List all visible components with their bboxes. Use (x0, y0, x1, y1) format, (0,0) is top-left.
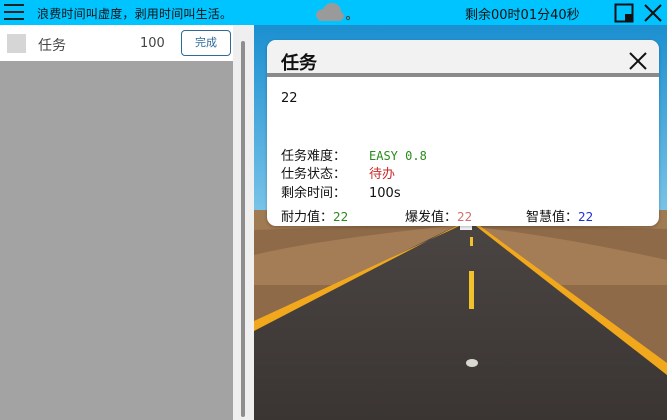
top-bar: 浪费时间叫虚度，剥用时间叫生活。 剩余00时01分40秒 (0, 0, 667, 25)
restore-window-icon[interactable] (614, 3, 634, 23)
time-label: 剩余时间： (281, 186, 347, 201)
dialog-header: 任务 (267, 40, 659, 77)
scrollbar[interactable] (233, 25, 254, 420)
endurance-stat: 耐力值：22 (281, 206, 348, 225)
endurance-value: 22 (333, 210, 349, 224)
status-row: 仕务状态： 待办 (281, 163, 395, 182)
time-value: 100s (369, 186, 401, 201)
task-description: 22 (281, 91, 298, 106)
task-checkbox[interactable] (7, 34, 26, 53)
burst-label: 爆发值： (405, 210, 458, 225)
wisdom-label: 智慧值： (526, 210, 579, 225)
dialog-title: 任务 (281, 53, 317, 74)
burst-stat: 爆发值：22 (405, 206, 472, 225)
task-list: 任务 100 完成 (0, 25, 233, 420)
time-row: 剩余时间： 100s (281, 182, 401, 201)
difficulty-label: 任务难度： (281, 149, 347, 164)
list-item[interactable]: 任务 100 完成 (0, 25, 233, 61)
wisdom-stat: 智慧值：22 (526, 206, 593, 225)
task-name[interactable]: 任务 (38, 35, 66, 55)
scrollbar-thumb[interactable] (241, 41, 245, 417)
cloud-icon (313, 2, 353, 24)
motto-text: 浪费时间叫虚度，剥用时间叫生活。 (37, 7, 233, 21)
close-icon[interactable] (628, 51, 648, 71)
complete-button[interactable]: 完成 (181, 30, 231, 56)
wisdom-value: 22 (578, 210, 594, 224)
task-detail-dialog: 任务 22 任务难度： EASY 0.8 仕务状态： 待办 剩余时间： 100s 耐力… (267, 40, 659, 226)
difficulty-row: 任务难度： EASY 0.8 (281, 145, 427, 164)
burst-value: 22 (457, 210, 473, 224)
menu-icon[interactable] (4, 3, 24, 21)
status-value: 待办 (369, 167, 396, 182)
endurance-label: 耐力值： (281, 210, 334, 225)
status-label: 仕务状态： (281, 167, 347, 182)
remaining-time: 剩余00时01分40秒 (465, 8, 580, 23)
close-window-icon[interactable] (643, 3, 663, 23)
task-score: 100 (140, 36, 165, 51)
difficulty-value: EASY 0.8 (369, 149, 427, 163)
